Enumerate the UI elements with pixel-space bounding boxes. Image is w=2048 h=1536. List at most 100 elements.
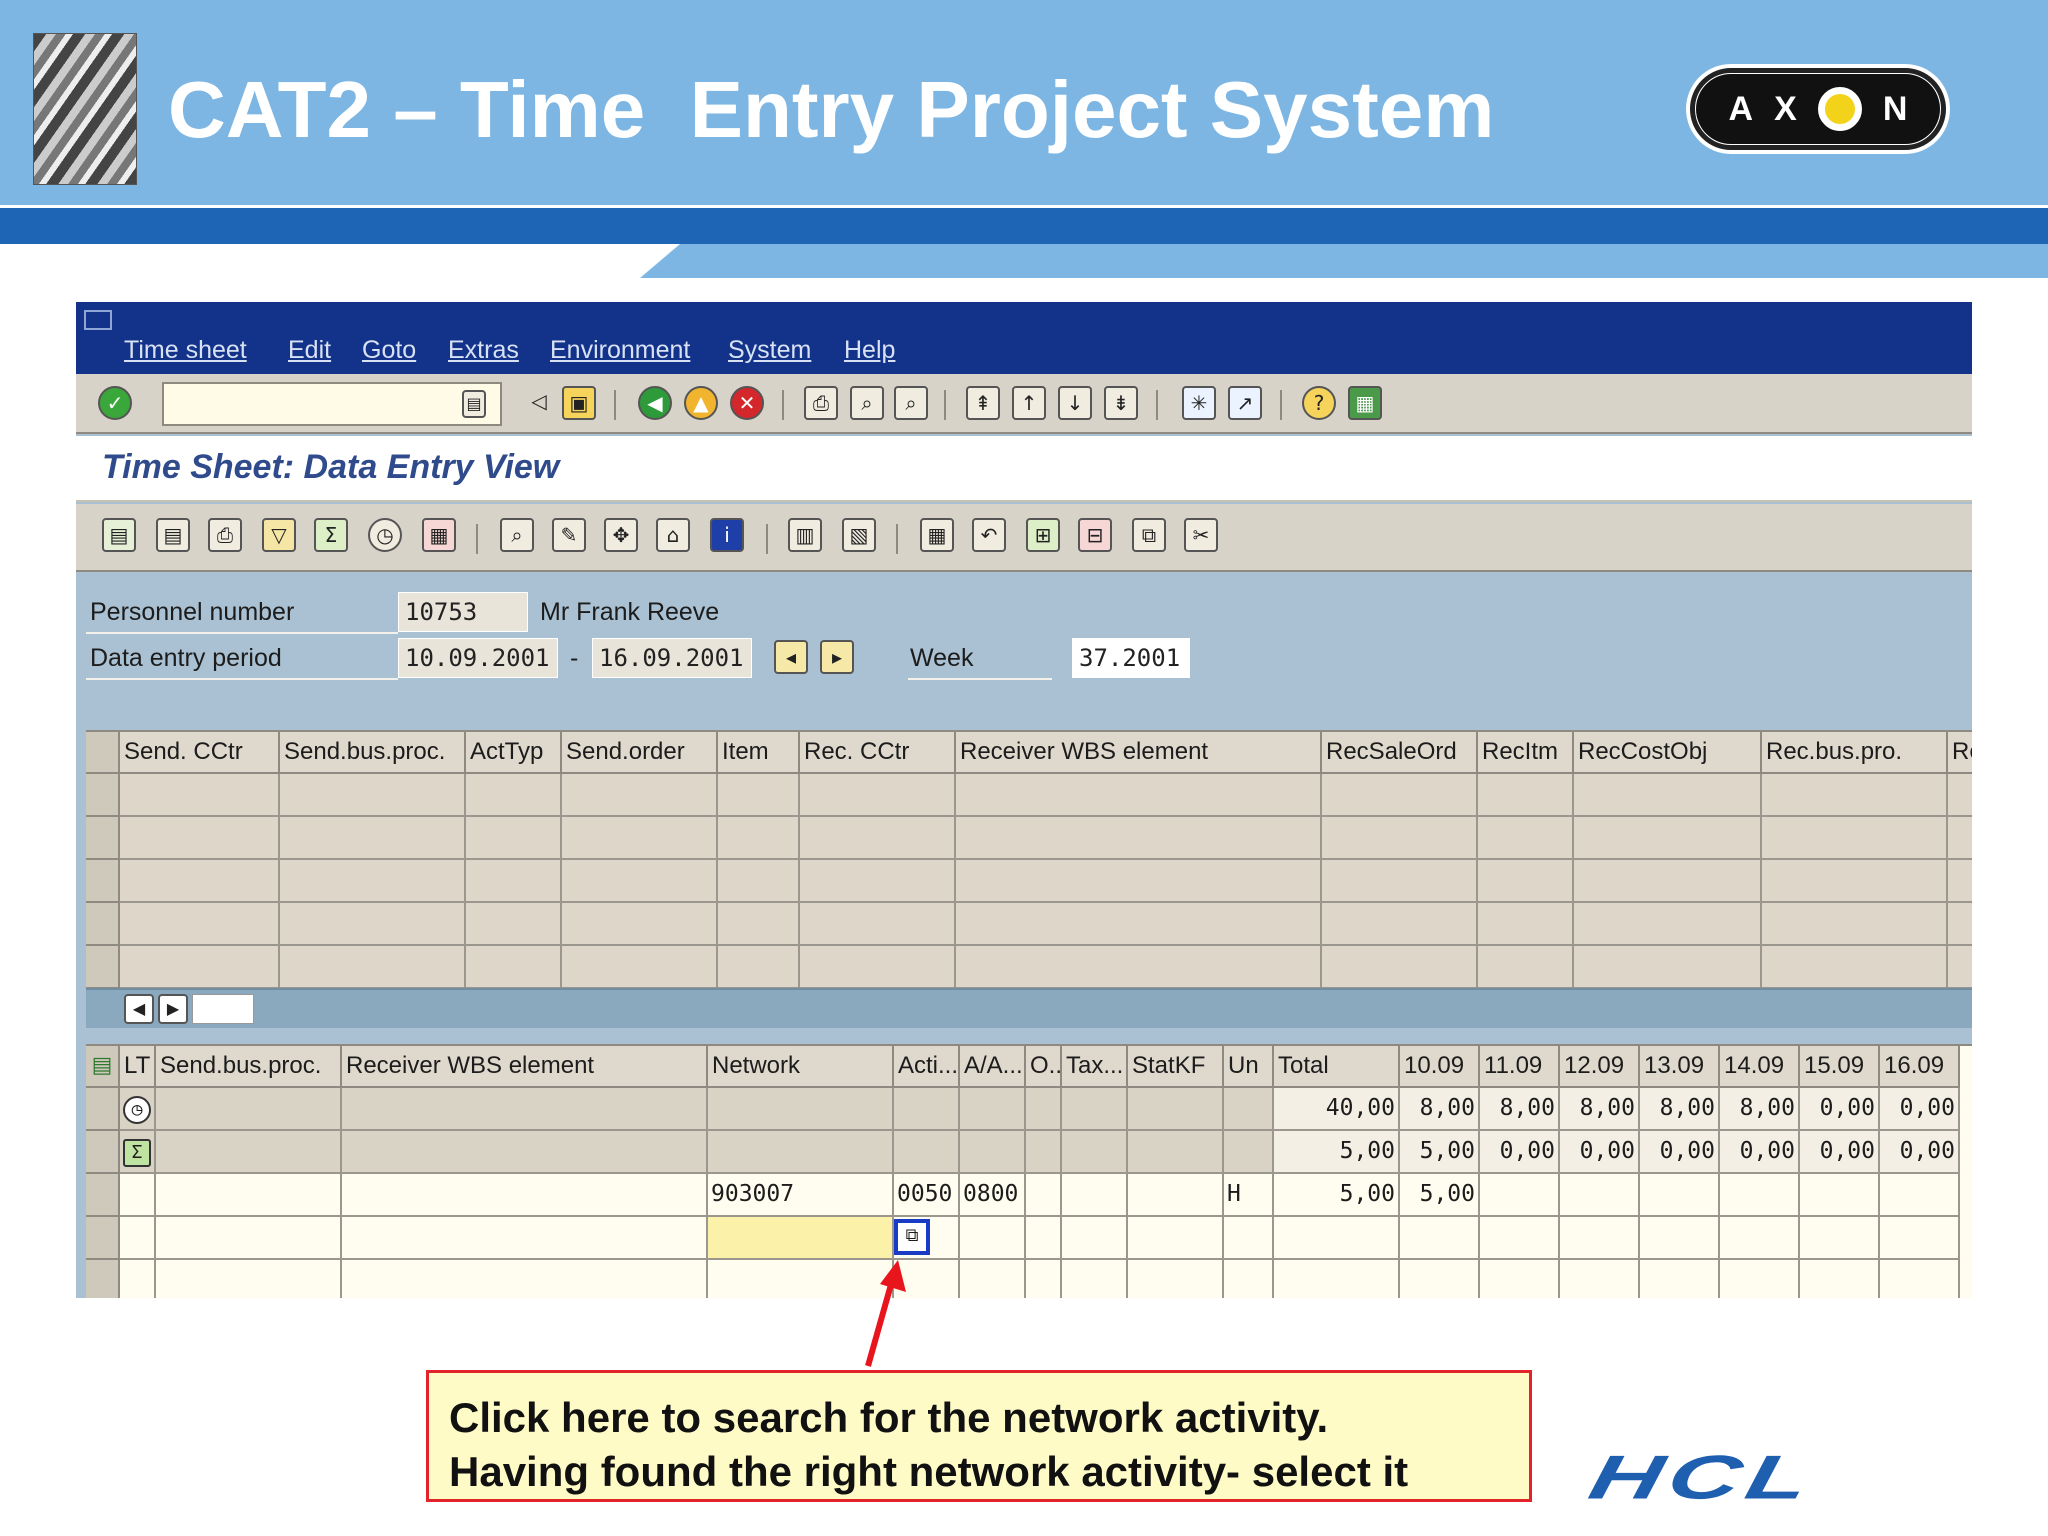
enter-icon[interactable]: ✓ bbox=[98, 386, 132, 420]
lower-cell-send-bus-proc[interactable] bbox=[156, 1217, 342, 1260]
worklist-icon[interactable]: ▧ bbox=[842, 518, 876, 552]
upper-cell[interactable] bbox=[562, 860, 718, 903]
lower-cell-network[interactable] bbox=[708, 1088, 894, 1131]
lower-row-selector[interactable] bbox=[86, 1260, 120, 1298]
upper-cell[interactable] bbox=[1574, 817, 1762, 860]
shortcut-icon[interactable]: ↗ bbox=[1228, 386, 1262, 420]
lower-col-header[interactable]: Send.bus.proc. bbox=[156, 1046, 342, 1088]
lower-cell-a-a[interactable] bbox=[960, 1088, 1026, 1131]
upper-cell[interactable] bbox=[280, 903, 466, 946]
lower-cell-14-09[interactable]: 0,00 bbox=[1720, 1131, 1800, 1174]
upper-cell[interactable] bbox=[956, 946, 1322, 989]
lower-cell-12-09[interactable]: 8,00 bbox=[1560, 1088, 1640, 1131]
previous-period-icon[interactable]: ◂ bbox=[774, 640, 808, 674]
upper-col-header[interactable]: RecSaleOrd bbox=[1322, 732, 1478, 774]
exit-icon[interactable]: ▲ bbox=[684, 386, 718, 420]
menu-help[interactable]: Help bbox=[844, 336, 895, 365]
collapse-icon[interactable]: ◁ bbox=[522, 386, 556, 420]
upper-cell[interactable] bbox=[956, 817, 1322, 860]
scroll-thumb[interactable] bbox=[192, 994, 254, 1024]
lower-select-all[interactable]: ▤ bbox=[86, 1046, 120, 1088]
upper-cell[interactable] bbox=[120, 946, 280, 989]
upper-col-header[interactable]: Rec.bus.pro. bbox=[1762, 732, 1948, 774]
upper-cell[interactable] bbox=[1762, 946, 1948, 989]
first-page-icon[interactable]: ⇞ bbox=[966, 386, 1000, 420]
menu-system[interactable]: System bbox=[728, 336, 811, 365]
upper-cell[interactable] bbox=[1574, 946, 1762, 989]
lower-cell-o[interactable] bbox=[1026, 1131, 1062, 1174]
lower-cell-total[interactable] bbox=[1274, 1260, 1400, 1298]
prev-page-icon[interactable]: ↑ bbox=[1012, 386, 1046, 420]
upper-cell[interactable] bbox=[1574, 903, 1762, 946]
lower-cell-tax[interactable] bbox=[1062, 1088, 1128, 1131]
lower-cell-un[interactable]: H bbox=[1224, 1174, 1274, 1217]
upper-cell[interactable] bbox=[562, 903, 718, 946]
lower-cell-10-09[interactable]: 5,00 bbox=[1400, 1131, 1480, 1174]
upper-cell[interactable] bbox=[718, 946, 800, 989]
lower-row-selector[interactable] bbox=[86, 1131, 120, 1174]
scroll-right-icon[interactable]: ▶ bbox=[158, 994, 188, 1024]
lower-cell-lt[interactable]: Σ bbox=[120, 1131, 156, 1174]
lower-col-header[interactable]: StatKF bbox=[1128, 1046, 1224, 1088]
lower-col-header[interactable]: 12.09 bbox=[1560, 1046, 1640, 1088]
personnel-number-field[interactable]: 10753 bbox=[398, 592, 528, 632]
layout-table-icon[interactable]: ▤ bbox=[86, 1046, 118, 1086]
lower-col-header[interactable]: Receiver WBS element bbox=[342, 1046, 708, 1088]
lower-cell-a-a[interactable]: 0800 bbox=[960, 1174, 1026, 1217]
lower-cell-11-09[interactable] bbox=[1480, 1260, 1560, 1298]
upper-cell[interactable] bbox=[718, 903, 800, 946]
lower-cell-13-09[interactable] bbox=[1640, 1260, 1720, 1298]
lower-row-selector[interactable] bbox=[86, 1217, 120, 1260]
save-icon[interactable]: ▣ bbox=[562, 386, 596, 420]
lower-cell-un[interactable] bbox=[1224, 1260, 1274, 1298]
lower-cell-acti[interactable] bbox=[894, 1088, 960, 1131]
upper-cell[interactable] bbox=[280, 817, 466, 860]
upper-cell[interactable] bbox=[718, 774, 800, 817]
copy-icon[interactable]: ⧉ bbox=[1132, 518, 1166, 552]
lower-col-header[interactable]: 16.09 bbox=[1880, 1046, 1960, 1088]
upper-cell[interactable] bbox=[800, 903, 956, 946]
lower-cell-a-a[interactable] bbox=[960, 1217, 1026, 1260]
lower-cell-lt[interactable] bbox=[120, 1217, 156, 1260]
upper-cell[interactable] bbox=[1478, 774, 1574, 817]
find-next-icon[interactable]: ⌕ bbox=[894, 386, 928, 420]
lower-cell-13-09[interactable]: 8,00 bbox=[1640, 1088, 1720, 1131]
lower-cell-send-bus-proc[interactable] bbox=[156, 1088, 342, 1131]
lower-cell-13-09[interactable] bbox=[1640, 1174, 1720, 1217]
lower-cell-receiver-wbs-element[interactable] bbox=[342, 1174, 708, 1217]
lower-cell-send-bus-proc[interactable] bbox=[156, 1174, 342, 1217]
clock-icon[interactable]: ◷ bbox=[123, 1096, 151, 1124]
last-page-icon[interactable]: ⇟ bbox=[1104, 386, 1138, 420]
lower-cell-11-09[interactable] bbox=[1480, 1174, 1560, 1217]
lower-cell-a-a[interactable] bbox=[960, 1260, 1026, 1298]
lower-cell-send-bus-proc[interactable] bbox=[156, 1260, 342, 1298]
lower-cell-14-09[interactable] bbox=[1720, 1217, 1800, 1260]
lower-cell-16-09[interactable] bbox=[1880, 1217, 1960, 1260]
lower-cell-15-09[interactable] bbox=[1800, 1217, 1880, 1260]
lower-cell-statkf[interactable] bbox=[1128, 1174, 1224, 1217]
upper-cell[interactable] bbox=[718, 817, 800, 860]
period-to-field[interactable]: 16.09.2001 bbox=[592, 638, 752, 678]
lower-cell-15-09[interactable] bbox=[1800, 1174, 1880, 1217]
scroll-left-icon[interactable]: ◀ bbox=[124, 994, 154, 1024]
lower-col-header[interactable]: 14.09 bbox=[1720, 1046, 1800, 1088]
upper-table-scrollbar[interactable]: ◀ ▶ bbox=[86, 988, 1972, 1028]
upper-cell[interactable] bbox=[562, 817, 718, 860]
lower-col-header[interactable]: Tax... bbox=[1062, 1046, 1128, 1088]
lower-cell-10-09[interactable] bbox=[1400, 1260, 1480, 1298]
lower-cell-receiver-wbs-element[interactable] bbox=[342, 1131, 708, 1174]
lower-cell-tax[interactable] bbox=[1062, 1174, 1128, 1217]
upper-cell[interactable] bbox=[1762, 774, 1948, 817]
print-icon[interactable]: ⎙ bbox=[804, 386, 838, 420]
add-line-icon[interactable]: ⊞ bbox=[1026, 518, 1060, 552]
upper-col-header[interactable]: Rec. CCtr bbox=[800, 732, 956, 774]
upper-cell[interactable] bbox=[1478, 946, 1574, 989]
menu-edit[interactable]: Edit bbox=[288, 336, 331, 365]
settings-icon[interactable]: ✂ bbox=[1184, 518, 1218, 552]
upper-col-header[interactable]: Item bbox=[718, 732, 800, 774]
lower-cell-total[interactable]: 5,00 bbox=[1274, 1131, 1400, 1174]
lower-col-header[interactable]: LT bbox=[120, 1046, 156, 1088]
upper-cell[interactable] bbox=[120, 774, 280, 817]
lower-cell-13-09[interactable] bbox=[1640, 1217, 1720, 1260]
upper-row-selector[interactable] bbox=[86, 860, 120, 903]
